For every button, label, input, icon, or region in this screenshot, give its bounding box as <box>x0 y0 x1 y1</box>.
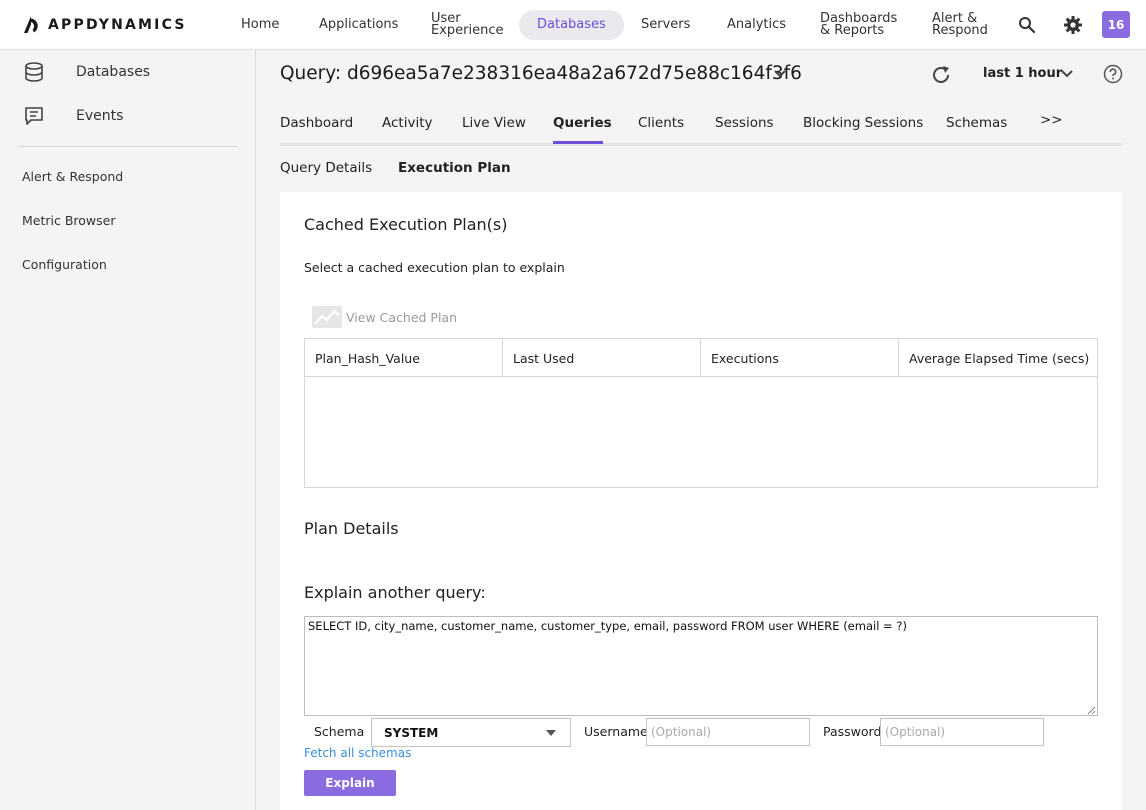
subtab-execution-plan[interactable]: Execution Plan <box>398 160 511 176</box>
plan-details-heading: Plan Details <box>304 519 399 538</box>
schema-label: Schema <box>314 724 365 739</box>
gear-icon[interactable] <box>1061 13 1085 37</box>
nav-user-experience[interactable]: User Experience <box>431 0 504 50</box>
nav-dashboards-reports[interactable]: Dashboards & Reports <box>820 0 897 50</box>
tab-more[interactable]: >> <box>1040 112 1063 128</box>
nav-user-experience-line2: Experience <box>431 23 504 38</box>
sidebar-item-label: Databases <box>76 64 151 80</box>
nav-home[interactable]: Home <box>241 0 279 50</box>
refresh-icon[interactable] <box>929 63 953 87</box>
nav-analytics[interactable]: Analytics <box>727 0 786 50</box>
tab-activity[interactable]: Activity <box>382 115 433 131</box>
column-header-executions[interactable]: Executions <box>701 339 899 377</box>
username-input[interactable] <box>646 718 810 746</box>
chevron-down-icon[interactable] <box>770 64 790 84</box>
database-icon <box>22 60 46 84</box>
events-icon <box>22 104 46 128</box>
nav-dashboards-line2: & Reports <box>820 23 885 38</box>
page-title: Query: d696ea5a7e238316ea48a2a672d75e88c… <box>280 63 802 84</box>
nav-servers[interactable]: Servers <box>641 0 690 50</box>
tab-live-view[interactable]: Live View <box>462 115 526 131</box>
caret-down-icon <box>546 730 556 736</box>
username-label: Username <box>584 724 648 739</box>
view-cached-plan-button[interactable]: View Cached Plan <box>312 305 457 329</box>
schema-select-value: SYSTEM <box>384 725 439 740</box>
table-header: Plan_Hash_Value Last Used Executions Ave… <box>305 339 1097 377</box>
sidebar: Databases Events Alert & Respond Metric … <box>0 50 256 810</box>
search-icon[interactable] <box>1015 13 1039 37</box>
column-header-last-used[interactable]: Last Used <box>503 339 701 377</box>
schema-select[interactable]: SYSTEM <box>371 718 571 747</box>
view-cached-plan-label: View Cached Plan <box>346 309 458 325</box>
column-header-plan-hash[interactable]: Plan_Hash_Value <box>305 339 503 377</box>
nav-alert-line2: Respond <box>932 23 988 38</box>
sidebar-link-metric-browser[interactable]: Metric Browser <box>22 213 116 228</box>
tab-bar: Dashboard Activity Live View Queries Cli… <box>280 106 1122 146</box>
nav-alert-respond[interactable]: Alert & Respond <box>932 0 988 50</box>
column-header-avg-elapsed[interactable]: Average Elapsed Time (secs) <box>899 339 1097 377</box>
appdynamics-logo-icon <box>24 16 38 33</box>
top-navigation-bar: APPDYNAMICS Home Applications User Exper… <box>0 0 1146 50</box>
query-textarea[interactable] <box>304 616 1098 716</box>
password-label: Password <box>823 724 882 739</box>
cached-plans-table: Plan_Hash_Value Last Used Executions Ave… <box>304 338 1098 488</box>
help-icon[interactable] <box>1103 64 1123 84</box>
tab-dashboard[interactable]: Dashboard <box>280 115 353 131</box>
active-tab-indicator <box>553 141 603 144</box>
user-avatar-badge[interactable]: 16 <box>1102 11 1130 38</box>
password-input[interactable] <box>880 718 1044 746</box>
appdynamics-logo[interactable]: APPDYNAMICS <box>22 14 187 36</box>
sidebar-link-configuration[interactable]: Configuration <box>22 257 107 272</box>
resize-grip-icon[interactable] <box>1086 704 1096 715</box>
chart-icon <box>312 306 342 328</box>
time-range-selector[interactable]: last 1 hour <box>983 66 1062 81</box>
logo-text: APPDYNAMICS <box>48 17 187 33</box>
nav-applications[interactable]: Applications <box>319 0 398 50</box>
sidebar-item-databases[interactable]: Databases <box>22 60 150 84</box>
cached-plans-instruction: Select a cached execution plan to explai… <box>304 260 565 275</box>
explain-button[interactable]: Explain <box>304 770 396 796</box>
sidebar-item-label: Events <box>76 108 124 124</box>
sidebar-divider <box>18 146 237 147</box>
tab-blocking-sessions[interactable]: Blocking Sessions <box>803 115 923 131</box>
tab-queries[interactable]: Queries <box>553 115 612 131</box>
cached-plans-heading: Cached Execution Plan(s) <box>304 215 508 234</box>
subtab-query-details[interactable]: Query Details <box>280 160 372 176</box>
tab-clients[interactable]: Clients <box>638 115 684 131</box>
sidebar-link-alert-respond[interactable]: Alert & Respond <box>22 169 123 184</box>
chevron-down-icon[interactable] <box>1058 65 1076 83</box>
tab-sessions[interactable]: Sessions <box>715 115 774 131</box>
explain-query-heading: Explain another query: <box>304 583 486 602</box>
fetch-all-schemas-link[interactable]: Fetch all schemas <box>304 746 411 760</box>
tab-schemas[interactable]: Schemas <box>946 115 1007 131</box>
execution-plan-panel: Cached Execution Plan(s) Select a cached… <box>280 192 1122 810</box>
sidebar-item-events[interactable]: Events <box>22 104 123 128</box>
nav-databases[interactable]: Databases <box>519 10 624 40</box>
